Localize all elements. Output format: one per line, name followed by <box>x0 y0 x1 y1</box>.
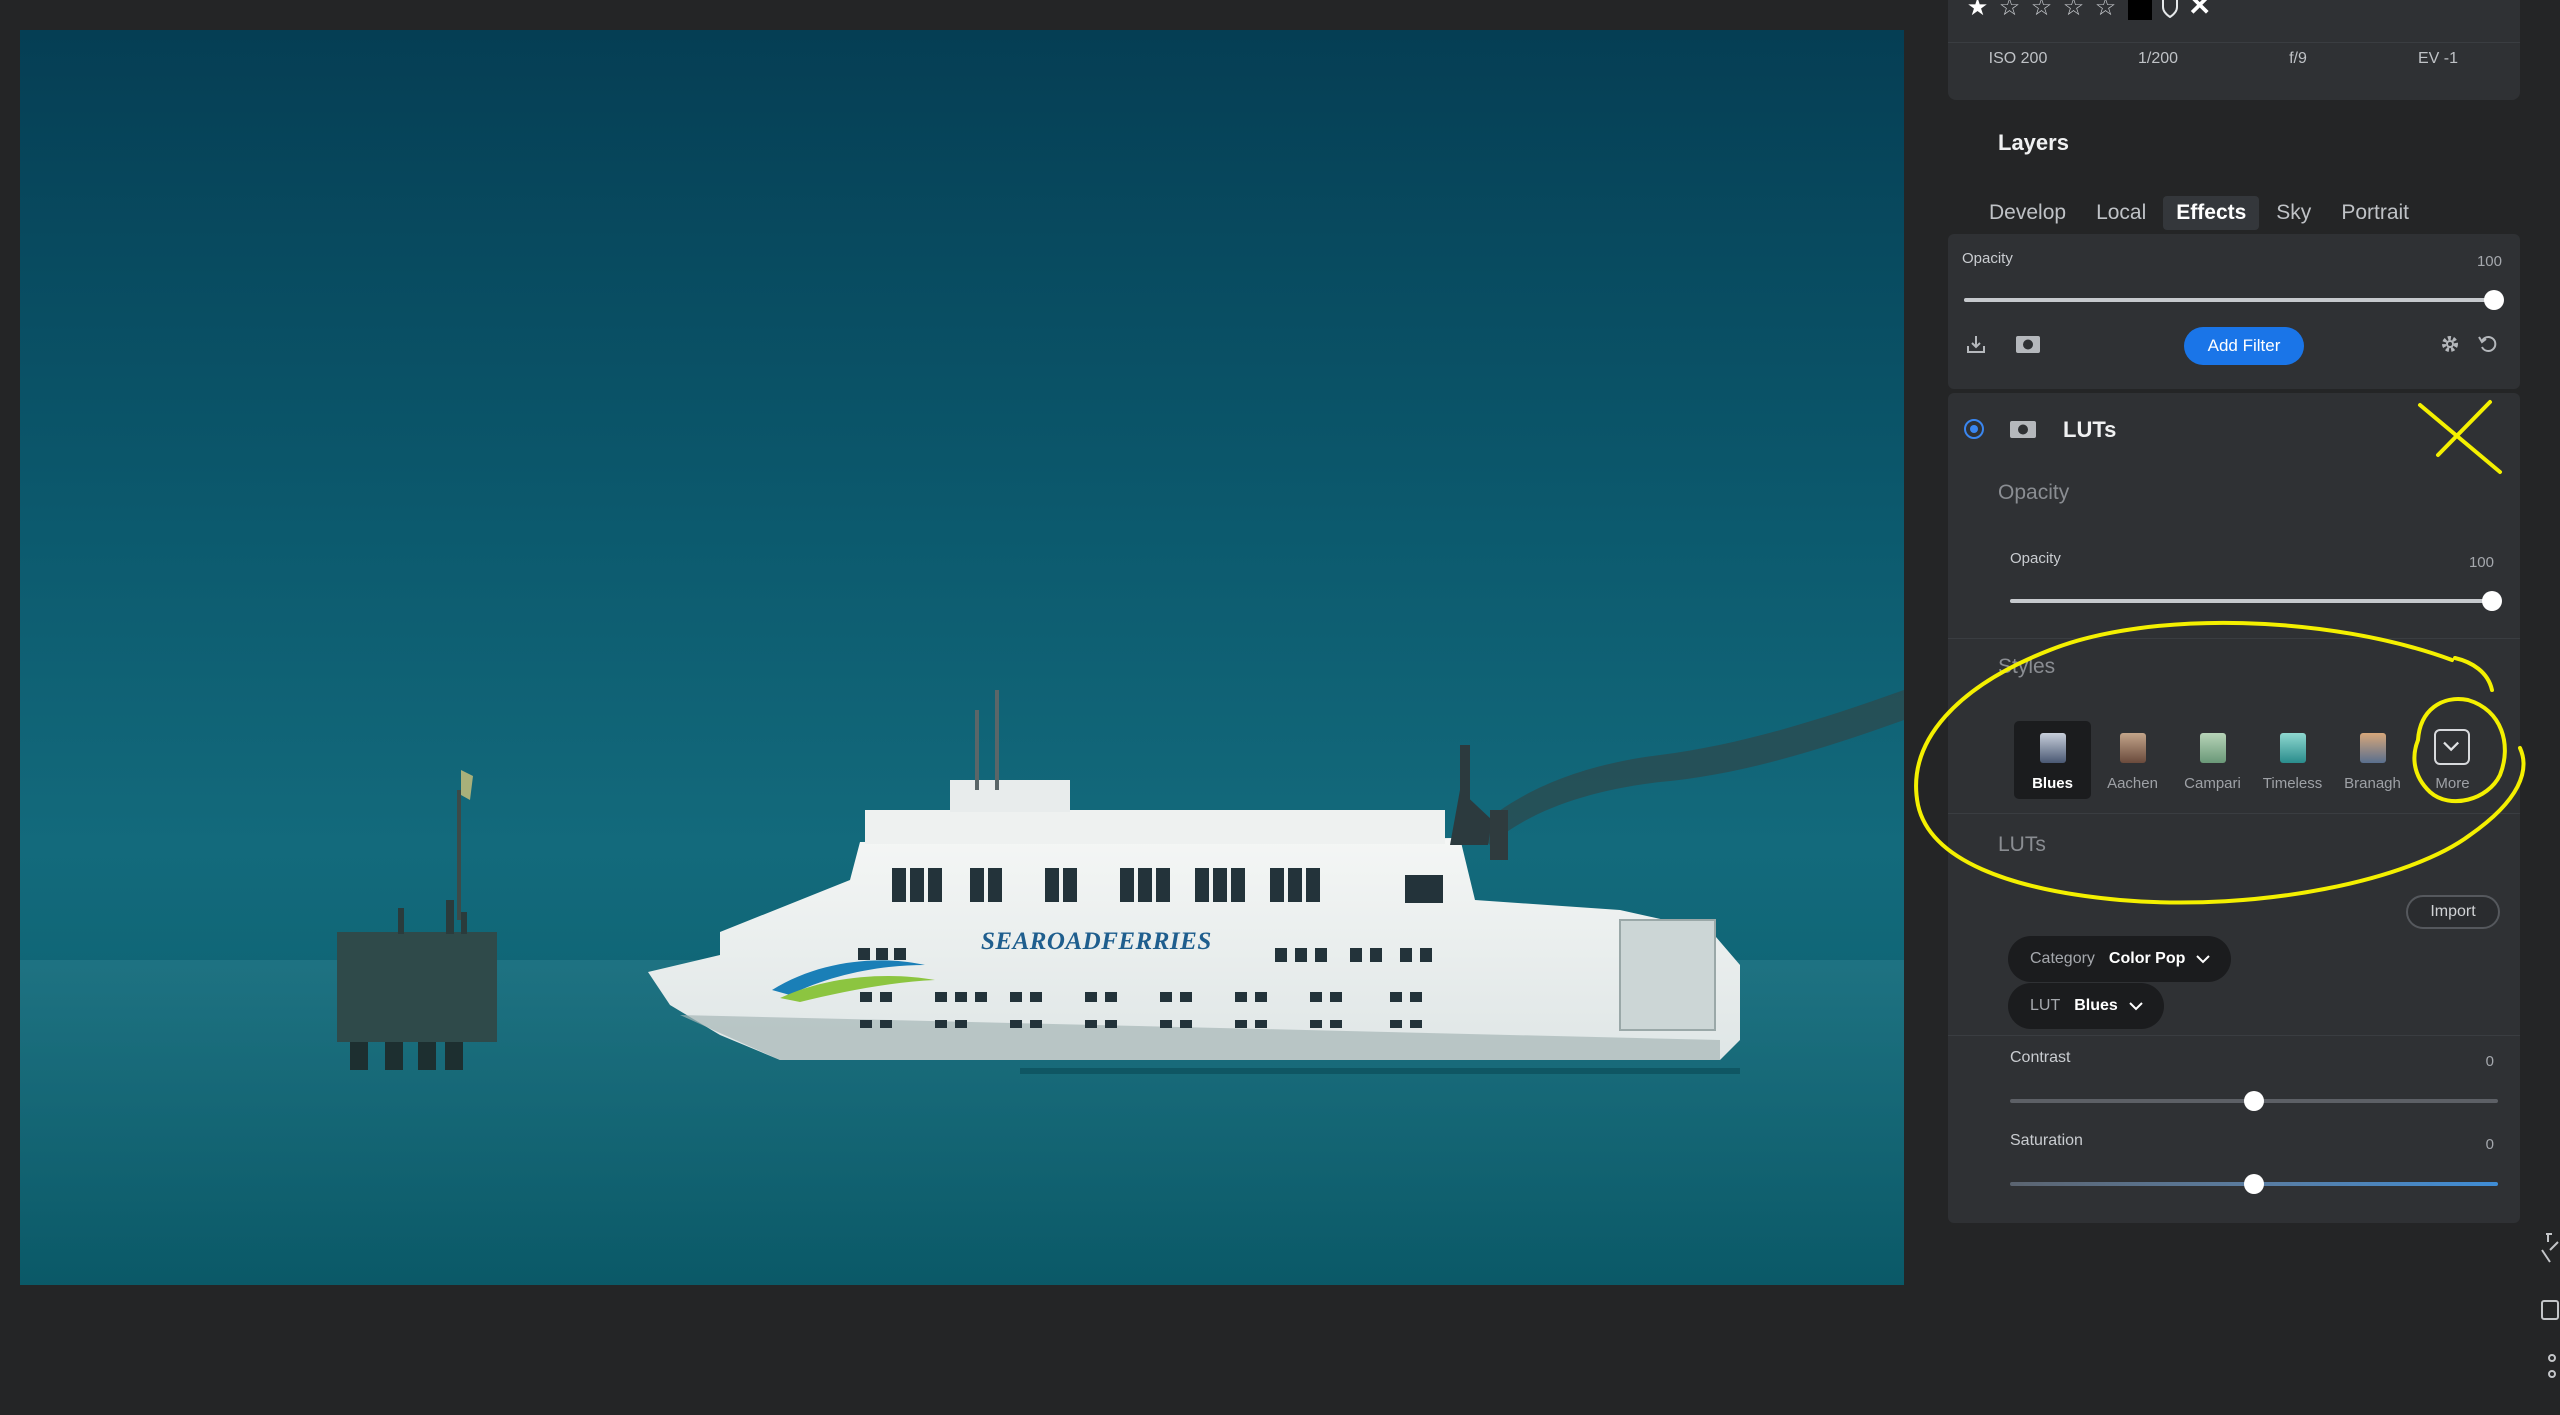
filter-title: LUTs <box>2063 417 2117 442</box>
style-branagh[interactable]: Branagh <box>2334 721 2411 799</box>
style-thumbnail <box>2200 733 2226 763</box>
slider-fill <box>1964 298 2494 302</box>
import-button[interactable]: Import <box>2406 895 2500 929</box>
divider <box>1948 813 2520 814</box>
add-filter-button[interactable]: Add Filter <box>2184 327 2304 365</box>
contrast-slider[interactable] <box>2010 1091 2498 1111</box>
star-icon[interactable]: ☆ <box>2028 0 2055 20</box>
style-label: Blues <box>2032 775 2073 792</box>
ferry <box>648 690 1740 1074</box>
star-icon[interactable]: ★ <box>1964 0 1991 20</box>
gear-icon[interactable] <box>2438 332 2462 356</box>
filter-enabled-toggle[interactable] <box>1964 419 1984 439</box>
chevron-down-icon <box>2129 1002 2143 1011</box>
tab-develop[interactable]: Develop <box>1976 196 2079 230</box>
chevron-down-icon <box>2196 955 2211 964</box>
lut-dropdown[interactable]: LUT Blues <box>2008 983 2164 1029</box>
layer-opacity-value: 100 <box>2476 253 2502 270</box>
style-thumbnail <box>2360 733 2386 763</box>
compare-icon[interactable] <box>2540 1298 2560 1322</box>
mask-icon[interactable] <box>2008 417 2038 441</box>
style-label: Timeless <box>2262 775 2323 792</box>
divider <box>1948 1035 2520 1036</box>
shutter-value: 1/200 <box>2137 50 2179 67</box>
star-icon[interactable]: ☆ <box>1996 0 2023 20</box>
style-thumbnail <box>2120 733 2146 763</box>
ferry-name-text: SEAROADFERRIES <box>981 928 1212 955</box>
lut-value: Blues <box>2074 997 2118 1014</box>
luts-opacity-value: 100 <box>2468 554 2494 571</box>
shield-flag-icon[interactable] <box>2159 0 2181 18</box>
category-value: Color Pop <box>2108 950 2186 967</box>
slider-thumb[interactable] <box>2244 1091 2264 1111</box>
luts-opacity-slider[interactable] <box>2010 591 2502 611</box>
layer-opacity-label: Opacity <box>1962 250 2013 267</box>
contrast-value: 0 <box>2485 1053 2494 1070</box>
styles-row: Blues Aachen Campari Timeless Branagh Mo… <box>2014 721 2491 799</box>
tab-effects[interactable]: Effects <box>2163 196 2260 230</box>
slider-thumb[interactable] <box>2484 290 2504 310</box>
ev-value: EV -1 <box>2417 50 2458 67</box>
saturation-slider[interactable] <box>2010 1174 2498 1194</box>
lut-key: LUT <box>2030 997 2061 1014</box>
iso-value: ISO 200 <box>1988 50 2048 67</box>
photo-scene <box>20 690 1904 1285</box>
rating-bar: ★ ☆ ☆ ☆ ☆ ✕ <box>1964 0 2211 20</box>
chevron-down-icon <box>2434 729 2470 765</box>
slider-thumb[interactable] <box>2482 591 2502 611</box>
slider-fill <box>2010 599 2492 603</box>
slider-thumb[interactable] <box>2244 1174 2264 1194</box>
style-aachen[interactable]: Aachen <box>2094 721 2171 799</box>
luts-opacity-label: Opacity <box>2010 550 2061 567</box>
ai-tool-icon[interactable] <box>2538 1230 2560 1266</box>
style-thumbnail <box>2040 733 2066 763</box>
category-key: Category <box>2030 950 2095 967</box>
tab-sky[interactable]: Sky <box>2263 196 2324 230</box>
saturation-value: 0 <box>2485 1136 2494 1153</box>
module-tabs: Develop Local Effects Sky Portrait <box>1976 196 2422 230</box>
style-label: More <box>2435 775 2470 792</box>
style-label: Aachen <box>2107 775 2158 792</box>
style-thumbnail <box>2280 733 2306 763</box>
more-tools-icon[interactable] <box>2544 1352 2560 1382</box>
contrast-label: Contrast <box>2010 1049 2071 1066</box>
saturation-label: Saturation <box>2010 1132 2083 1149</box>
divider <box>1948 42 2520 43</box>
style-timeless[interactable]: Timeless <box>2254 721 2331 799</box>
tab-local[interactable]: Local <box>2083 196 2159 230</box>
category-dropdown[interactable]: Category Color Pop <box>2008 936 2232 982</box>
section-opacity-heading: Opacity <box>1998 481 2070 504</box>
ship-smoke <box>1475 690 1904 845</box>
export-icon[interactable] <box>1964 332 1988 356</box>
channel-marker <box>337 770 497 1070</box>
divider <box>1948 638 2520 639</box>
mask-icon[interactable] <box>2014 332 2042 356</box>
layer-opacity-slider[interactable] <box>1964 290 2504 310</box>
layer-panel: Opacity 100 Add Filter <box>1948 234 2520 389</box>
star-icon[interactable]: ☆ <box>2060 0 2087 20</box>
info-panel: ★ ☆ ☆ ☆ ☆ ✕ ISO 200 1/200 f/9 EV -1 <box>1948 0 2520 100</box>
more-styles-button[interactable]: More <box>2414 721 2491 799</box>
star-icon[interactable]: ☆ <box>2092 0 2119 20</box>
section-luts-heading: LUTs <box>1998 833 2046 856</box>
color-label-icon[interactable] <box>2128 0 2152 20</box>
luts-filter-panel: LUTs Opacity Opacity 100 Styles Blues Aa… <box>1948 393 2520 1223</box>
exif-row: ISO 200 1/200 f/9 EV -1 <box>1948 50 2520 68</box>
style-blues[interactable]: Blues <box>2014 721 2091 799</box>
reject-icon[interactable]: ✕ <box>2188 0 2211 20</box>
photo-canvas[interactable]: SEAROADFERRIES <box>20 30 1904 1285</box>
section-styles-heading: Styles <box>1998 655 2056 678</box>
reset-icon[interactable] <box>2476 332 2500 356</box>
layers-title: Layers <box>1998 130 2069 155</box>
style-campari[interactable]: Campari <box>2174 721 2251 799</box>
tab-portrait[interactable]: Portrait <box>2328 196 2422 230</box>
style-label: Campari <box>2184 775 2241 792</box>
aperture-value: f/9 <box>2289 50 2307 67</box>
style-label: Branagh <box>2344 775 2401 792</box>
